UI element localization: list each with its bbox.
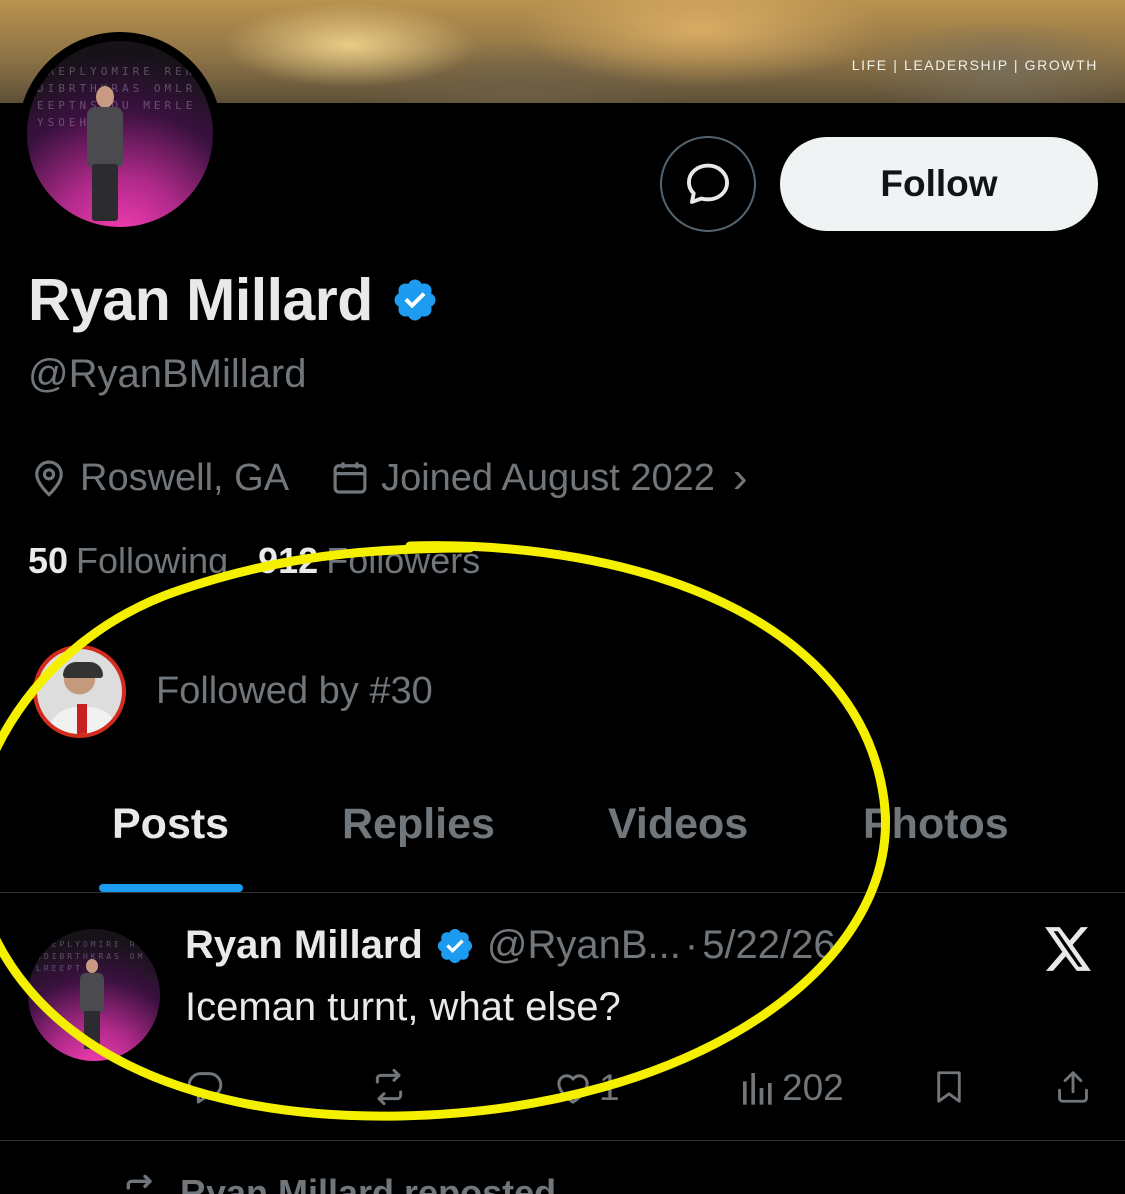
views-count: 202 bbox=[782, 1067, 844, 1108]
views-bar-icon bbox=[740, 1068, 776, 1108]
repost-icon bbox=[118, 1173, 162, 1194]
profile-tabs: Posts Replies Videos Photos bbox=[0, 790, 1125, 893]
follow-stats: 50 Following 912 Followers bbox=[28, 540, 480, 582]
display-name-text: Ryan Millard bbox=[28, 267, 373, 333]
following-stat[interactable]: 50 Following bbox=[28, 540, 228, 582]
followed-by-text: Followed by #30 bbox=[156, 670, 433, 712]
banner-tagline: LIFE | LEADERSHIP | GROWTH bbox=[851, 57, 1098, 73]
reply-icon bbox=[185, 1067, 225, 1107]
joined-item[interactable]: Joined August 2022 › bbox=[329, 453, 748, 503]
tab-replies[interactable]: Replies bbox=[342, 800, 495, 849]
post-avatar-person-figure bbox=[78, 959, 106, 1049]
location-pin-icon bbox=[28, 457, 70, 499]
reply-button[interactable] bbox=[185, 1067, 225, 1107]
following-label: Following bbox=[76, 540, 229, 581]
verified-badge-icon[interactable] bbox=[391, 276, 439, 324]
location-item: Roswell, GA bbox=[28, 457, 289, 500]
post-text: Iceman turnt, what else? bbox=[185, 985, 621, 1029]
follow-button[interactable]: Follow bbox=[780, 137, 1098, 231]
reposted-label: Ryan Millard reposted bbox=[180, 1172, 557, 1194]
post-actions: 1 202 bbox=[0, 1067, 1125, 1115]
location-text: Roswell, GA bbox=[80, 456, 290, 499]
tab-videos[interactable]: Videos bbox=[608, 800, 748, 849]
post-separator: · bbox=[684, 923, 699, 967]
tab-posts[interactable]: Posts bbox=[112, 800, 229, 849]
profile-display-name: Ryan Millard bbox=[28, 266, 439, 334]
bookmark-button[interactable] bbox=[930, 1067, 968, 1107]
avatar-person-figure bbox=[83, 86, 127, 221]
post-date[interactable]: 5/22/26 bbox=[702, 923, 835, 968]
joined-text: Joined August 2022 bbox=[381, 456, 715, 499]
followed-by-row[interactable]: Followed by #30 bbox=[33, 645, 433, 738]
repost-icon bbox=[368, 1067, 410, 1107]
next-post-repost-row[interactable]: Ryan Millard reposted bbox=[118, 1172, 556, 1194]
profile-handle: @RyanBMillard bbox=[28, 352, 307, 396]
calendar-icon bbox=[329, 457, 371, 499]
post-author-name[interactable]: Ryan Millard bbox=[185, 923, 423, 968]
post-author-avatar[interactable]: AREPLYOMIRE RENDIBRTHKRAS OMLREEPT bbox=[28, 929, 160, 1061]
verified-badge-icon bbox=[435, 926, 475, 966]
like-button[interactable]: 1 bbox=[553, 1067, 620, 1109]
active-tab-indicator bbox=[99, 884, 243, 892]
joined-chevron-icon: › bbox=[732, 453, 748, 502]
profile-avatar[interactable]: AREPLYOMIRE RENDIBRTHKRAS OMLREEPTNSYOU … bbox=[18, 32, 222, 236]
message-bubble-icon bbox=[682, 158, 734, 210]
heart-icon bbox=[553, 1068, 593, 1108]
repost-button[interactable] bbox=[368, 1067, 410, 1107]
avatar-image: AREPLYOMIRE RENDIBRTHKRAS OMLREEPTNSYOU … bbox=[27, 41, 213, 227]
share-icon bbox=[1054, 1067, 1092, 1107]
profile-meta-row: Roswell, GA Joined August 2022 › bbox=[28, 453, 748, 503]
followers-stat[interactable]: 912 Followers bbox=[258, 540, 480, 582]
followers-label: Followers bbox=[326, 540, 481, 581]
post-author-handle[interactable]: @RyanB... bbox=[487, 923, 681, 968]
message-button[interactable] bbox=[660, 136, 756, 232]
following-count: 50 bbox=[28, 540, 69, 581]
follower-avatar bbox=[33, 645, 126, 738]
bookmark-icon bbox=[930, 1067, 968, 1107]
post-item[interactable]: AREPLYOMIRE RENDIBRTHKRAS OMLREEPT Ryan … bbox=[0, 893, 1125, 1141]
share-button[interactable] bbox=[1054, 1067, 1092, 1107]
views-button[interactable]: 202 bbox=[740, 1067, 844, 1109]
tab-photos[interactable]: Photos bbox=[863, 800, 1009, 849]
followers-count: 912 bbox=[258, 540, 319, 581]
x-logo-icon bbox=[1043, 925, 1093, 978]
post-header: Ryan Millard @RyanB... · 5/22/26 bbox=[185, 923, 836, 968]
like-count: 1 bbox=[599, 1067, 620, 1108]
